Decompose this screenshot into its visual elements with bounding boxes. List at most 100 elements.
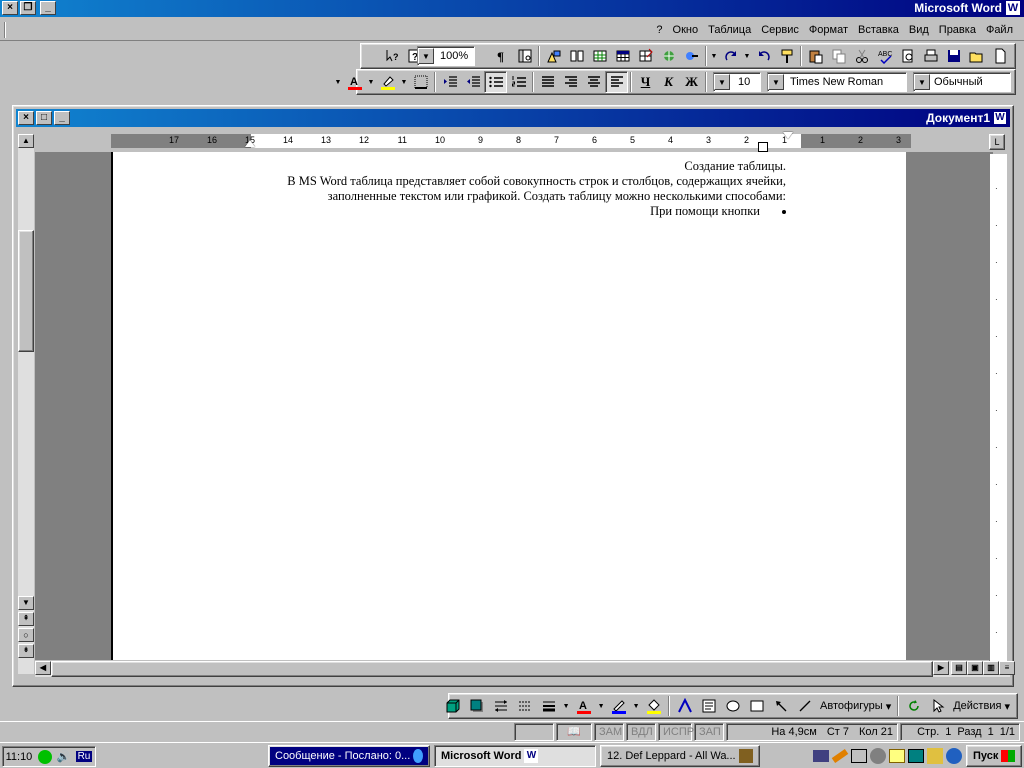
zoom-combo[interactable]: ▼ 100%	[417, 46, 475, 66]
italic-button[interactable]: К	[657, 71, 680, 93]
dash-style-button[interactable]	[513, 695, 536, 717]
insert-table-button[interactable]	[611, 45, 634, 67]
textbox-button[interactable]	[697, 695, 720, 717]
horizontal-scrollbar[interactable]: ◀ ▶ ▤ ▣ ▥ ≡	[35, 661, 1015, 677]
menu-item-6[interactable]: Таблица	[703, 21, 756, 39]
scroll-up-icon[interactable]: ▲	[18, 134, 34, 148]
menu-item-7[interactable]: Окно	[668, 21, 704, 39]
3d-button[interactable]	[441, 695, 464, 717]
scroll-down-icon[interactable]: ▼	[18, 596, 34, 610]
web-view-icon[interactable]: ▣	[967, 661, 983, 675]
new-document-button[interactable]	[988, 45, 1011, 67]
menu-item-5[interactable]: Сервис	[756, 21, 804, 39]
close-icon[interactable]: ×	[2, 1, 18, 15]
autoshapes-menu[interactable]: Автофигуры ▾	[817, 695, 894, 717]
language-indicator[interactable]: Ru	[75, 751, 93, 762]
vertical-ruler[interactable]: ··············	[989, 154, 1007, 674]
doc-maximize-icon[interactable]: □	[36, 111, 52, 125]
doc-minimize-icon[interactable]: _	[54, 111, 70, 125]
borders-dropdown[interactable]: ▼	[399, 71, 409, 93]
status-track[interactable]: ИСПР	[658, 723, 694, 741]
computer-icon[interactable]	[851, 749, 867, 763]
highlight-dropdown[interactable]: ▼	[366, 71, 376, 93]
print-button[interactable]	[919, 45, 942, 67]
drawing-button[interactable]	[542, 45, 565, 67]
paste-button[interactable]	[804, 45, 827, 67]
status-rec[interactable]: ЗАП	[694, 723, 724, 741]
copy-button[interactable]	[827, 45, 850, 67]
shadow-button[interactable]	[465, 695, 488, 717]
start-button[interactable]: Пуск	[966, 745, 1022, 767]
hanging-indent-marker[interactable]	[758, 142, 768, 152]
chevron-down-icon[interactable]: ▼	[768, 74, 784, 90]
taskbar-item-word[interactable]: Microsoft Word W	[434, 745, 596, 767]
underline-button[interactable]: Ч	[634, 71, 657, 93]
taskbar-item-message[interactable]: Сообщение - Послано: 0...	[268, 745, 430, 767]
whats-this-button[interactable]: ?	[380, 45, 403, 67]
menu-item-8[interactable]: ?	[651, 21, 667, 39]
select-browse-object-icon[interactable]: ○	[18, 628, 34, 642]
document-map-button[interactable]	[513, 45, 536, 67]
menu-item-1[interactable]: Правка	[934, 21, 981, 39]
tab-selector[interactable]: L	[989, 134, 1005, 150]
actions-menu[interactable]: Действия ▾	[950, 695, 1013, 717]
menu-item-3[interactable]: Вставка	[853, 21, 904, 39]
line-button[interactable]	[793, 695, 816, 717]
oval-button[interactable]	[721, 695, 744, 717]
style-combo[interactable]: ▼ Обычный	[913, 72, 1011, 92]
taskbar-item-winamp[interactable]: 12. Def Leppard - All Wa...	[600, 745, 760, 767]
highlight-button[interactable]	[376, 71, 399, 93]
free-rotate-button[interactable]	[902, 695, 925, 717]
columns-button[interactable]	[565, 45, 588, 67]
normal-view-icon[interactable]: ▤	[951, 661, 967, 675]
align-center-button[interactable]	[582, 71, 605, 93]
media-icon[interactable]	[870, 748, 886, 764]
wordart-button[interactable]	[673, 695, 696, 717]
select-objects-button[interactable]	[926, 695, 949, 717]
line-color-button[interactable]	[607, 695, 630, 717]
ie-icon[interactable]	[946, 748, 962, 764]
increase-indent-button[interactable]	[438, 71, 461, 93]
indent-marker[interactable]	[783, 132, 793, 139]
bold-button[interactable]: Ж	[680, 71, 703, 93]
cut-button[interactable]	[850, 45, 873, 67]
spelling-button[interactable]: ABC	[873, 45, 896, 67]
font-color-draw-dropdown[interactable]: ▼	[561, 695, 571, 717]
chevron-down-icon[interactable]: ▼	[914, 74, 930, 90]
redo-button[interactable]	[719, 45, 742, 67]
chevron-down-icon[interactable]: ▼	[418, 48, 434, 64]
restore-icon[interactable]: ❐	[20, 1, 36, 15]
align-right-button[interactable]	[559, 71, 582, 93]
align-left-button[interactable]	[605, 71, 628, 93]
network-icon[interactable]	[813, 750, 829, 762]
save-button[interactable]	[942, 45, 965, 67]
horizontal-ruler[interactable]: 3 2 1 1 2 3 4 5 6 7 8 9 10 11 12 13 14 15 16 17	[31, 132, 991, 152]
redo-dropdown[interactable]: ▼	[709, 45, 719, 67]
rectangle-button[interactable]	[745, 695, 768, 717]
fill-color-button[interactable]	[642, 695, 665, 717]
justify-button[interactable]	[536, 71, 559, 93]
bullets-button[interactable]	[484, 71, 507, 93]
font-color-dropdown[interactable]: ▼	[333, 71, 343, 93]
minimize-icon[interactable]: _	[40, 1, 56, 15]
hyperlink-button[interactable]	[680, 45, 703, 67]
desktop-icon[interactable]	[908, 749, 924, 763]
font-color-button[interactable]: A	[343, 71, 366, 93]
outline-view-icon[interactable]: ≡	[999, 661, 1015, 675]
line-style-button[interactable]	[537, 695, 560, 717]
vertical-scrollbar[interactable]: ▲ ▼ ⇞ ○ ⇟	[18, 134, 34, 674]
insert-excel-button[interactable]	[588, 45, 611, 67]
next-page-icon[interactable]: ⇟	[18, 644, 34, 658]
open-folder-button[interactable]	[965, 45, 988, 67]
h-scroll-thumb[interactable]	[51, 661, 933, 677]
undo-button[interactable]	[752, 45, 775, 67]
scroll-left-icon[interactable]: ◀	[35, 661, 51, 675]
document-page[interactable]: Создание таблицы. В MS Word таблица пред…	[111, 152, 906, 660]
fill-color-dropdown[interactable]: ▼	[631, 695, 641, 717]
right-indent-marker[interactable]	[245, 140, 255, 147]
menu-item-2[interactable]: Вид	[904, 21, 934, 39]
decrease-indent-button[interactable]	[461, 71, 484, 93]
scroll-thumb[interactable]	[18, 230, 34, 352]
line-color-dropdown[interactable]: ▼	[596, 695, 606, 717]
print-layout-icon[interactable]: ▥	[983, 661, 999, 675]
